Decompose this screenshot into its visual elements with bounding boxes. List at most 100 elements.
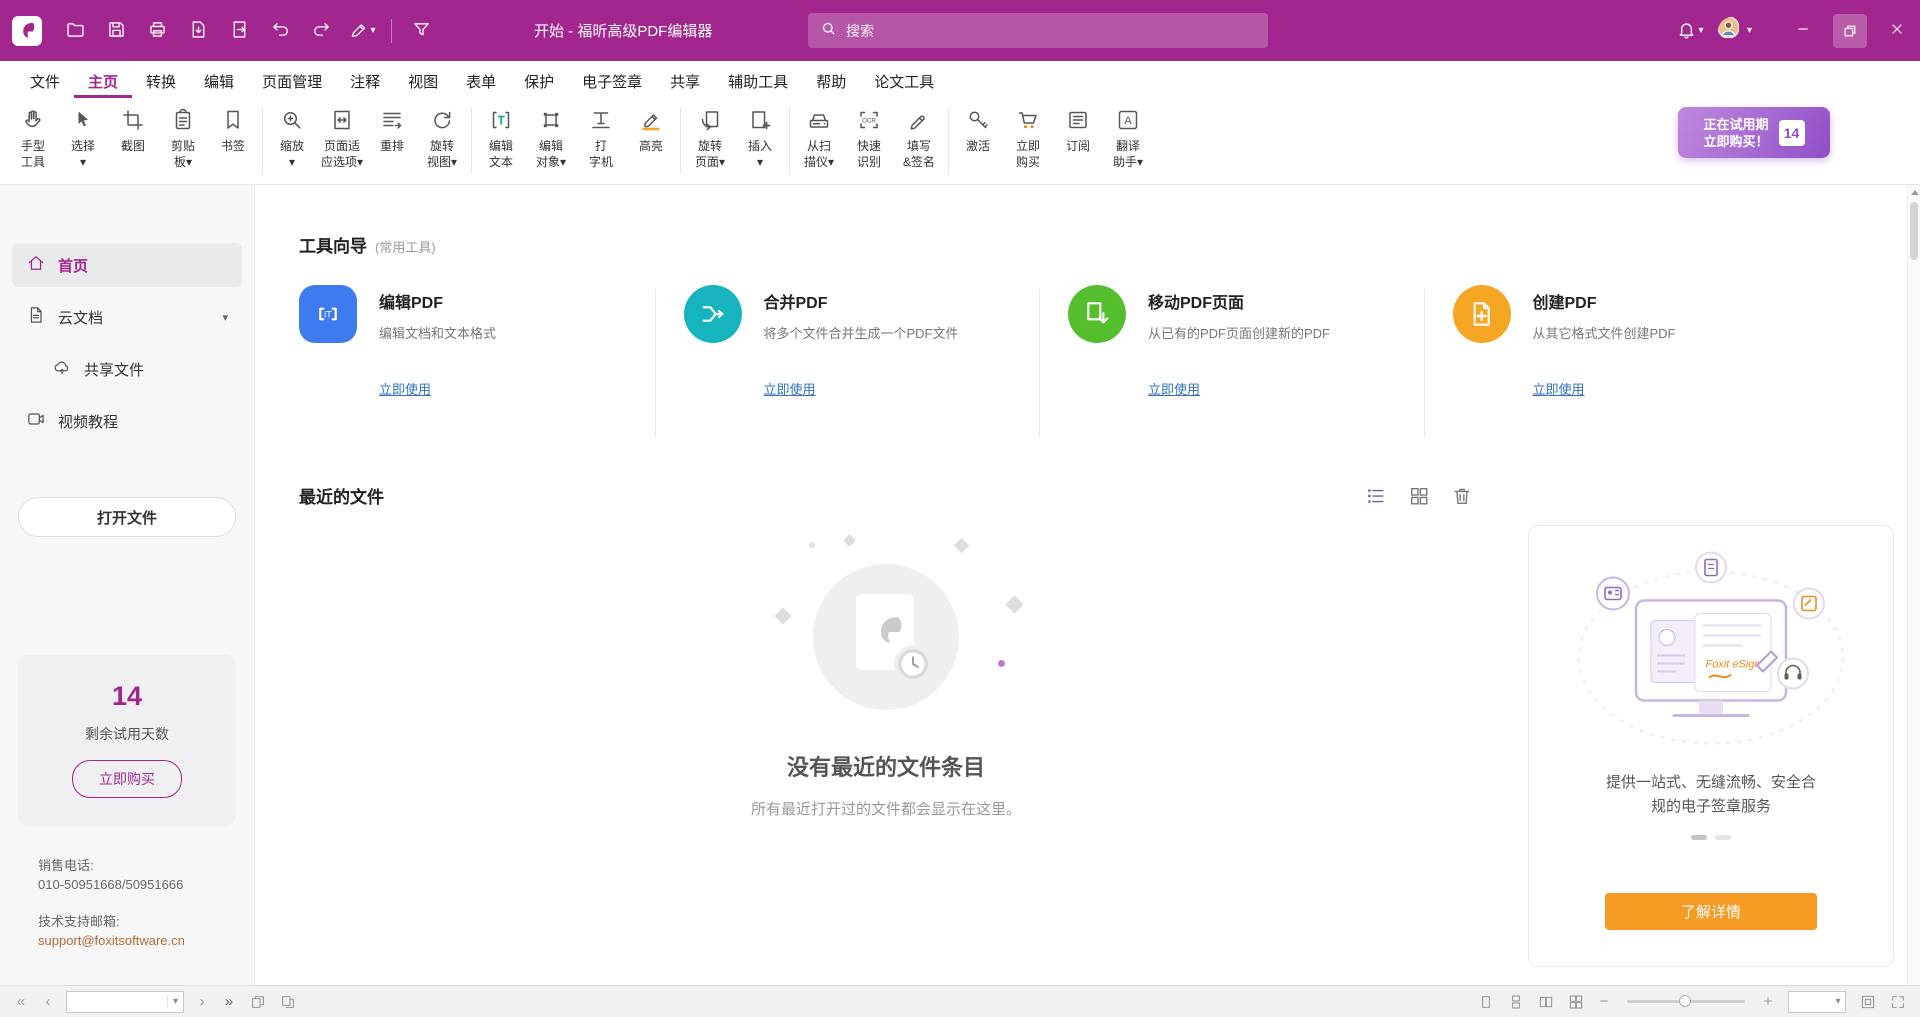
search-box[interactable]	[808, 13, 1268, 48]
sidebar: 首页 云文档 ▾ 共享文件 视频教程 打开文件 14 剩余试用天数 立即购买 销…	[0, 185, 255, 985]
zoom-in-button[interactable]: +	[1757, 991, 1779, 1013]
scrollbar-thumb[interactable]	[1910, 202, 1918, 260]
minimize-button[interactable]	[1779, 0, 1826, 61]
carousel-dots	[1691, 835, 1731, 840]
open-document-button[interactable]	[57, 11, 93, 51]
account-button[interactable]: ▾	[1707, 11, 1763, 51]
ribbon-tool-reflow[interactable]: 重排	[367, 106, 417, 154]
zoom-slider-thumb[interactable]	[1679, 995, 1691, 1007]
sidebar-item-video-tutorials[interactable]: 视频教程	[12, 399, 242, 443]
prev-page-button[interactable]: ‹	[37, 991, 59, 1013]
trash-icon[interactable]	[1450, 484, 1473, 507]
buy-now-button[interactable]: 立即购买	[72, 760, 182, 798]
menu-item-convert[interactable]: 转换	[132, 66, 190, 98]
ribbon-tool-snapshot[interactable]: 截图	[108, 106, 158, 154]
zoom-level-input[interactable]	[1789, 992, 1831, 1012]
last-page-button[interactable]: »	[218, 991, 240, 1013]
menu-item-accessibility[interactable]: 辅助工具	[714, 66, 802, 98]
menu-item-share[interactable]: 共享	[656, 66, 714, 98]
menu-item-comment[interactable]: 注释	[336, 66, 394, 98]
use-now-link[interactable]: 立即使用	[379, 379, 431, 398]
menu-item-protect[interactable]: 保护	[510, 66, 568, 98]
continuous-facing-view-icon[interactable]	[1563, 991, 1588, 1013]
sign-tool-button[interactable]: ▾	[344, 11, 380, 51]
fullscreen-icon[interactable]	[1885, 991, 1910, 1013]
continuous-view-icon[interactable]	[1503, 991, 1528, 1013]
trial-badge[interactable]: 正在试用期 立即购买！ 14	[1678, 107, 1830, 158]
ribbon-tool-translate-assistant[interactable]: A 翻译 助手▾	[1103, 106, 1153, 170]
ribbon-tool-edit-text[interactable]: 编辑 文本	[476, 106, 526, 170]
ribbon-tool-bookmark[interactable]: 书签	[208, 106, 258, 154]
chevron-down-icon[interactable]: ▾	[222, 311, 228, 324]
grid-view-icon[interactable]	[1407, 484, 1430, 507]
tool-card-move-pages[interactable]: 移动PDF页面 从已有的PDF页面创建新的PDF 立即使用	[1068, 285, 1416, 437]
tool-card-edit-pdf[interactable]: iT 编辑PDF 编辑文档和文本格式 立即使用	[299, 285, 647, 437]
menu-item-esign[interactable]: 电子签章	[568, 66, 656, 98]
ribbon-tool-edit-object[interactable]: 编辑 对象▾	[526, 106, 576, 170]
ribbon-tool-clipboard[interactable]: 剪贴 板▾	[158, 106, 208, 170]
open-file-button[interactable]: 打开文件	[18, 497, 236, 537]
sidebar-item-cloud-docs[interactable]: 云文档 ▾	[12, 295, 242, 339]
next-page-button[interactable]: ›	[191, 991, 213, 1013]
carousel-dot[interactable]	[1691, 835, 1707, 840]
support-email-link[interactable]: support@foxitsoftware.cn	[38, 931, 254, 950]
ribbon-tool-zoom[interactable]: 缩放 ▾	[267, 106, 317, 170]
page-number-input[interactable]	[67, 992, 167, 1012]
sidebar-item-shared-files[interactable]: 共享文件	[12, 347, 242, 391]
ribbon-tool-rotate-pages[interactable]: 旋转 页面▾	[685, 106, 735, 170]
ribbon-tool-activate[interactable]: 激活	[953, 106, 1003, 154]
share-document-button[interactable]	[221, 11, 257, 51]
restore-button[interactable]	[1826, 0, 1873, 61]
first-page-button[interactable]: «	[10, 991, 32, 1013]
learn-more-button[interactable]: 了解详情	[1605, 893, 1817, 930]
save-button[interactable]	[98, 11, 134, 51]
vertical-scrollbar[interactable]	[1907, 185, 1920, 985]
tool-card-create-pdf[interactable]: 创建PDF 从其它格式文件创建PDF 立即使用	[1453, 285, 1801, 437]
ribbon-tool-subscribe[interactable]: 订阅	[1053, 106, 1103, 154]
menu-item-view[interactable]: 视图	[394, 66, 452, 98]
page-duplicate-icon[interactable]	[275, 991, 300, 1013]
export-document-button[interactable]	[180, 11, 216, 51]
chevron-down-icon[interactable]: ▾	[1831, 996, 1845, 1007]
ribbon-tool-page-fit[interactable]: 页面适 应选项▾	[317, 106, 367, 170]
redo-button[interactable]	[303, 11, 339, 51]
ribbon-tool-rotate-view[interactable]: 旋转 视图▾	[417, 106, 467, 170]
chevron-down-icon[interactable]: ▾	[167, 996, 183, 1007]
ribbon-tool-highlight[interactable]: 高亮	[626, 106, 676, 154]
close-button[interactable]	[1873, 0, 1920, 61]
print-button[interactable]	[139, 11, 175, 51]
fit-page-view-icon[interactable]	[1855, 991, 1880, 1013]
ribbon-tool-typewriter[interactable]: 打 字机	[576, 106, 626, 170]
facing-view-icon[interactable]	[1533, 991, 1558, 1013]
carousel-dot[interactable]	[1715, 835, 1731, 840]
page-copy-icon[interactable]	[245, 991, 270, 1013]
ribbon-tool-insert[interactable]: 插入 ▾	[735, 106, 785, 170]
menu-item-page-organize[interactable]: 页面管理	[248, 66, 336, 98]
use-now-link[interactable]: 立即使用	[1533, 379, 1585, 398]
menu-item-paper-tools[interactable]: 论文工具	[860, 66, 948, 98]
zoom-out-button[interactable]: −	[1593, 991, 1615, 1013]
single-page-view-icon[interactable]	[1473, 991, 1498, 1013]
menu-item-form[interactable]: 表单	[452, 66, 510, 98]
ribbon-tool-quick-ocr[interactable]: OCR 快速 识别	[844, 106, 894, 170]
scroll-up-arrow-icon[interactable]	[1911, 190, 1919, 195]
menu-item-file[interactable]: 文件	[16, 66, 74, 98]
menu-item-help[interactable]: 帮助	[802, 66, 860, 98]
ribbon-tool-hand[interactable]: 手型 工具	[8, 106, 58, 170]
tool-card-merge-pdf[interactable]: 合并PDF 将多个文件合并生成一个PDF文件 立即使用	[684, 285, 1032, 437]
search-input[interactable]	[846, 23, 1256, 39]
ribbon-tool-fill-sign[interactable]: 填写 &签名	[894, 106, 944, 170]
ribbon-tool-buy-now[interactable]: 立即 购买	[1003, 106, 1053, 170]
ribbon-tool-from-scanner[interactable]: 从扫 描仪▾	[794, 106, 844, 170]
list-view-icon[interactable]	[1364, 484, 1387, 507]
toolbar-filter-button[interactable]	[403, 11, 439, 51]
use-now-link[interactable]: 立即使用	[1148, 379, 1200, 398]
menu-item-edit[interactable]: 编辑	[190, 66, 248, 98]
use-now-link[interactable]: 立即使用	[764, 379, 816, 398]
notifications-button[interactable]: ▾	[1673, 11, 1707, 51]
ribbon-tool-select[interactable]: 选择 ▾	[58, 106, 108, 170]
sidebar-item-home[interactable]: 首页	[12, 243, 242, 287]
zoom-slider[interactable]	[1627, 1000, 1745, 1003]
undo-button[interactable]	[262, 11, 298, 51]
menu-item-home[interactable]: 主页	[74, 66, 132, 98]
